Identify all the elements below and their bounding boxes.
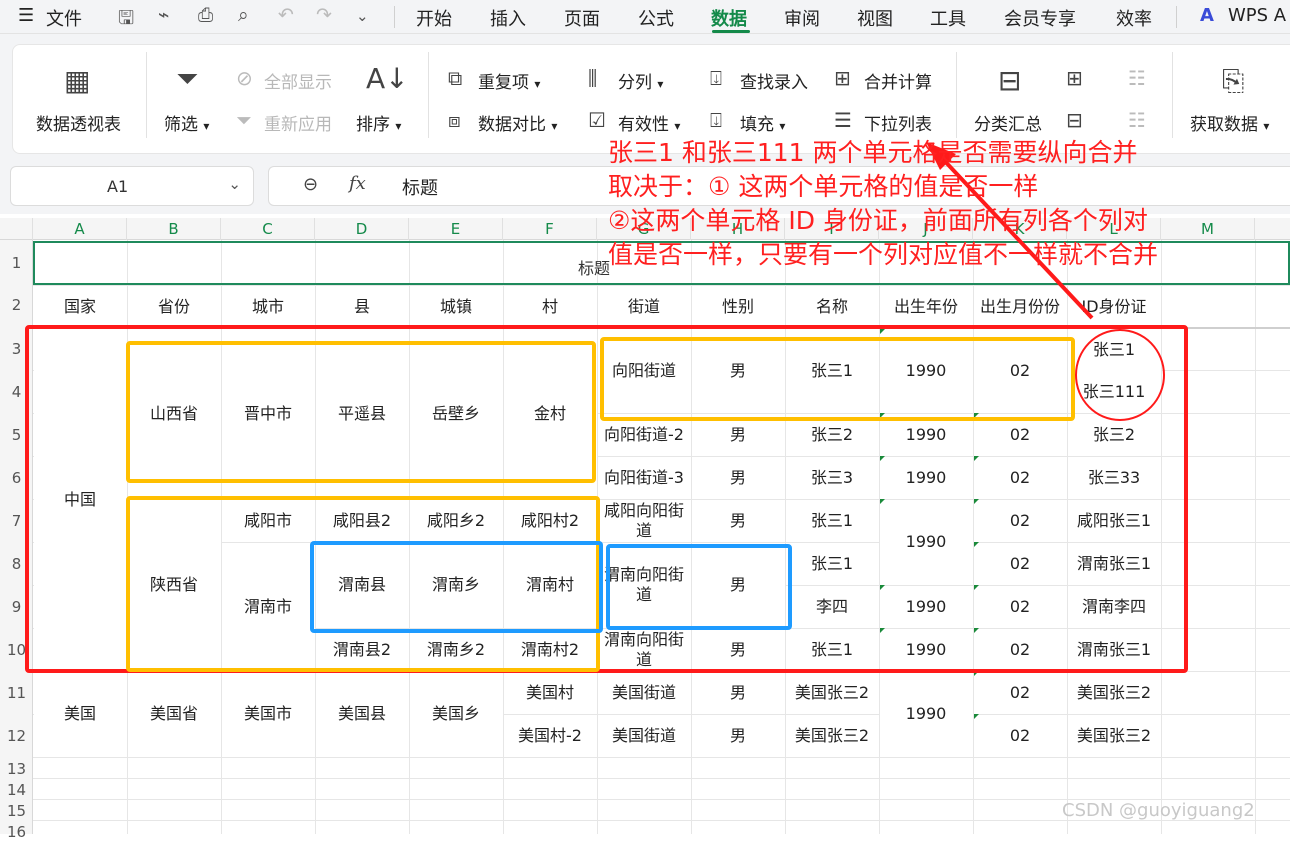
annotation-line-1: 张三1 和张三111 两个单元格是否需要纵向合并: [608, 138, 1138, 167]
annotation-line-3: ②这两个单元格 ID 身份证，前面所有列各个列对: [608, 206, 1148, 235]
annotation-line-2: 取决于：① 这两个单元格的值是否一样: [608, 172, 1039, 201]
annotation-arrow: [926, 142, 1094, 320]
annotation-line-4: 值是否一样，只要有一个列对应值不一样就不合并: [608, 240, 1159, 269]
annotation-text: 张三1 和张三111 两个单元格是否需要纵向合并 取决于：① 这两个单元格的值是…: [608, 136, 1158, 272]
watermark: CSDN @guoyiguang2: [1062, 800, 1255, 821]
